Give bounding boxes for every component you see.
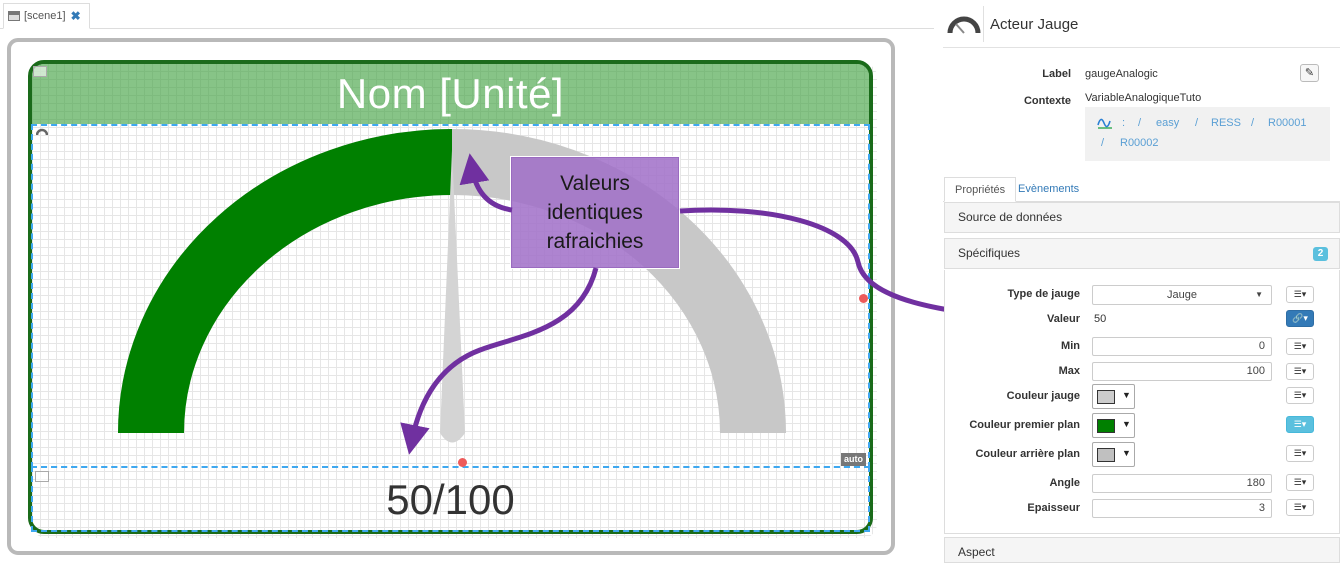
chevron-down-icon: ▼	[1122, 419, 1131, 429]
thickness-options-button[interactable]: ☰▾	[1286, 499, 1314, 516]
max-label: Max	[1058, 365, 1080, 377]
section-specific[interactable]: Spécifiques 2	[944, 238, 1340, 269]
angle-options-button[interactable]: ☰▾	[1286, 474, 1314, 491]
context-caption: Contexte	[1023, 95, 1071, 107]
chevron-down-icon: ▼	[1255, 290, 1263, 299]
path-separator: /	[1251, 117, 1255, 129]
foreground-color-label: Couleur premier plan	[969, 419, 1080, 431]
path-separator: :	[1122, 117, 1126, 129]
gauge-color-options-button[interactable]: ☰▾	[1286, 387, 1314, 404]
path-separator: /	[1101, 137, 1105, 149]
value-value: 50	[1094, 313, 1107, 325]
section-data-source[interactable]: Source de données	[944, 202, 1340, 233]
min-options-button[interactable]: ☰▾	[1286, 338, 1314, 355]
angle-input[interactable]: 180	[1092, 474, 1272, 493]
analog-signal-icon	[1097, 118, 1112, 129]
value-label: Valeur	[1046, 313, 1080, 325]
min-input[interactable]: 0	[1092, 337, 1272, 356]
section-specific-badge: 2	[1313, 247, 1328, 261]
auto-badge: auto	[841, 453, 866, 466]
chevron-down-icon: ▼	[1122, 390, 1131, 400]
gauge-title-bar[interactable]: Nom [Unité]	[32, 64, 869, 124]
foreground-color-picker[interactable]: ▼	[1092, 413, 1135, 438]
foreground-color-swatch	[1097, 419, 1115, 433]
thickness-input[interactable]: 3	[1092, 499, 1272, 518]
chevron-down-icon: ▼	[1122, 448, 1131, 458]
path-segment-r00001[interactable]: R00001	[1268, 117, 1307, 129]
tab-properties[interactable]: Propriétés	[944, 177, 1017, 202]
max-options-button[interactable]: ☰▾	[1286, 363, 1314, 380]
resize-handle-bottom[interactable]	[458, 458, 467, 467]
angle-label: Angle	[1049, 477, 1080, 489]
context-path: : / easy / RESS / R00001 / R00002	[1085, 107, 1330, 161]
scene-tab-bar: [scene1] ✖	[0, 0, 934, 29]
gauge-color-label: Couleur jauge	[1006, 390, 1080, 402]
path-segment-r00002[interactable]: R00002	[1120, 137, 1159, 149]
gauge-color-picker[interactable]: ▼	[1092, 384, 1135, 409]
label-caption: Label	[1042, 68, 1071, 80]
gauge-icon	[947, 16, 981, 34]
annotation-callout: Valeurs identiques rafraichies	[510, 156, 680, 269]
value-link-button[interactable]: 🔗▾	[1286, 310, 1314, 327]
path-separator: /	[1138, 117, 1142, 129]
section-specific-label: Spécifiques	[958, 246, 1021, 260]
gauge-type-value: Jauge	[1167, 289, 1197, 301]
background-color-picker[interactable]: ▼	[1092, 442, 1135, 467]
specific-properties: Type de jauge Jauge ▼ ☰▾ Valeur 50 🔗▾ Mi…	[944, 270, 1340, 534]
gauge-type-label: Type de jauge	[1007, 288, 1080, 300]
app-root: [scene1] ✖ Nom [Unité] 50/100 auto Valeu…	[0, 0, 1344, 563]
panel-title: Acteur Jauge	[990, 16, 1079, 33]
actor-tag-icon	[33, 66, 47, 77]
max-input[interactable]: 100	[1092, 362, 1272, 381]
section-aspect[interactable]: Aspect	[944, 537, 1340, 563]
gauge-type-select[interactable]: Jauge ▼	[1092, 285, 1272, 305]
edit-label-button[interactable]: ✎	[1300, 64, 1319, 82]
gauge-value-text[interactable]: 50/100	[32, 470, 869, 530]
scene-tab-label: [scene1]	[24, 10, 66, 22]
label-value: gaugeAnalogic	[1085, 68, 1158, 80]
gauge-color-swatch	[1097, 390, 1115, 404]
window-icon	[8, 11, 20, 21]
gauge-selection-box[interactable]	[31, 124, 870, 468]
resize-handle-right[interactable]	[859, 294, 868, 303]
close-icon[interactable]: ✖	[71, 9, 81, 23]
tab-events[interactable]: Evènements	[1008, 177, 1089, 202]
background-color-options-button[interactable]: ☰▾	[1286, 445, 1314, 462]
panel-header: Acteur Jauge	[943, 0, 1340, 48]
panel-tabs: Propriétés Evènements	[943, 177, 1340, 202]
foreground-color-options-button[interactable]: ☰▾	[1286, 416, 1314, 433]
min-label: Min	[1061, 340, 1080, 352]
path-separator: /	[1195, 117, 1199, 129]
properties-panel: Acteur Jauge Label gaugeAnalogic ✎ Conte…	[943, 0, 1340, 563]
path-segment-ress[interactable]: RESS	[1211, 117, 1241, 129]
scene-tab[interactable]: [scene1] ✖	[3, 3, 90, 29]
gauge-type-options-button[interactable]: ☰▾	[1286, 286, 1314, 303]
thickness-label: Epaisseur	[1027, 502, 1080, 514]
header-divider	[983, 6, 984, 42]
gauge-title: Nom [Unité]	[336, 70, 565, 117]
background-color-swatch	[1097, 448, 1115, 462]
context-value: VariableAnalogiqueTuto	[1085, 92, 1202, 104]
path-segment-easy[interactable]: easy	[1156, 117, 1179, 129]
background-color-label: Couleur arrière plan	[975, 448, 1080, 460]
